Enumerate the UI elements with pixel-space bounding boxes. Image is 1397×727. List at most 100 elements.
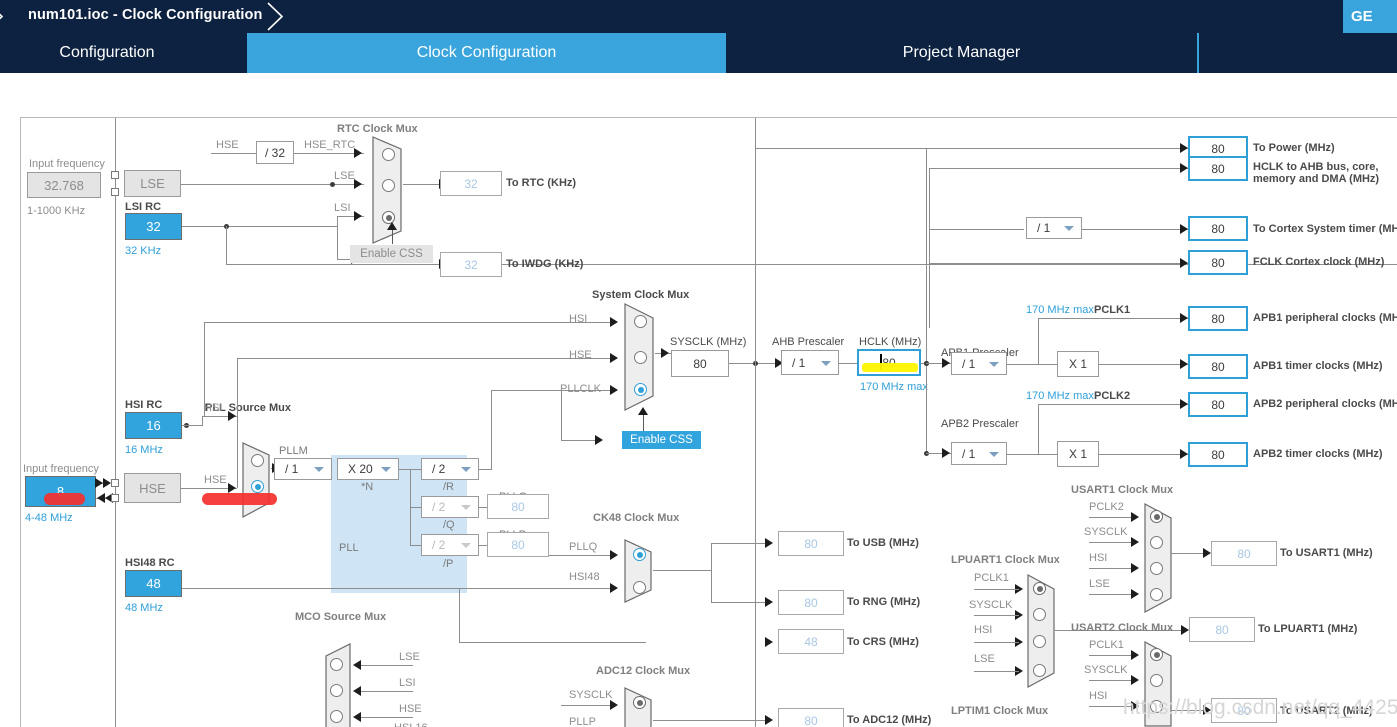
hsi48-value-field[interactable]: 48 <box>125 570 182 597</box>
system-enable-css-button[interactable]: Enable CSS <box>622 431 701 449</box>
lse-node[interactable]: LSE <box>124 170 181 197</box>
usart1-mux-title: USART1 Clock Mux <box>1071 484 1174 496</box>
sysclk-field: 80 <box>671 350 729 377</box>
rtc-mux-option-hse[interactable] <box>382 148 395 161</box>
wire-adc12-out <box>653 720 768 721</box>
lpuart1-hsi-label: HSI <box>974 624 993 636</box>
wire-pclk2-up <box>1038 404 1039 454</box>
apb2-prescaler-select[interactable]: / 1 <box>951 442 1007 465</box>
hse-connector-bottom[interactable] <box>111 494 119 502</box>
lpuart1-option-lse[interactable] <box>1033 664 1046 677</box>
usart1-option-hsi[interactable] <box>1150 562 1163 575</box>
clock-tree-canvas[interactable]: Input frequency 32.768 1-1000 KHz LSE LS… <box>20 117 1397 727</box>
arrow-ck48-in-hsi48 <box>610 583 618 593</box>
usart2-option-sysclk[interactable] <box>1150 674 1163 687</box>
adc12-option-sysclk[interactable] <box>633 696 646 709</box>
ck48-option-hsi48[interactable] <box>633 581 646 594</box>
to-lpuart1-label: To LPUART1 (MHz) <box>1258 623 1358 635</box>
pllq-sublabel: /Q <box>443 519 455 531</box>
mco-option-hse[interactable] <box>330 710 343 723</box>
sysmux-option-hse[interactable] <box>634 351 647 364</box>
arrow-to-usart1 <box>1203 548 1211 558</box>
wire-plln-to-pllp <box>410 545 421 546</box>
wire-lsi-css-branch <box>337 226 338 259</box>
title-bar: num101.ioc - Clock Configuration GE <box>0 0 1397 33</box>
wire-hclk-up-rail <box>926 148 927 363</box>
tab-configuration[interactable]: Configuration <box>0 33 247 73</box>
mco-option-lsi[interactable] <box>330 684 343 697</box>
arrow-to-rng <box>765 597 773 607</box>
ck48-option-pllq[interactable] <box>633 548 646 561</box>
wire-pllq-out <box>479 507 487 508</box>
rtc-hse-signal-label: HSE <box>216 139 239 151</box>
wire-hse-to-sysmux <box>237 358 617 359</box>
plln-select[interactable]: X 20 <box>337 458 399 480</box>
pllr-select[interactable]: / 2 <box>421 458 479 480</box>
pll-source-option-hsi[interactable] <box>251 454 264 467</box>
usart1-option-pclk2[interactable] <box>1150 510 1163 523</box>
apb1-peripheral-field: 80 <box>1188 306 1248 331</box>
apb2-prescaler-label: APB2 Prescaler <box>941 418 1019 430</box>
lpuart1-option-sysclk[interactable] <box>1033 608 1046 621</box>
rtc-enable-css-button[interactable]: Enable CSS <box>350 245 433 263</box>
rtc-mux-option-lse[interactable] <box>382 179 395 192</box>
pllm-select[interactable]: / 1 <box>274 458 332 480</box>
lpuart1-sysclk-label: SYSCLK <box>969 599 1013 611</box>
usart1-sysclk-label: SYSCLK <box>1084 526 1128 538</box>
usart2-option-pclk1[interactable] <box>1150 648 1163 661</box>
sysmux-option-hsi[interactable] <box>634 315 647 328</box>
apb1-prescaler-select[interactable]: / 1 <box>951 352 1007 375</box>
mco-hsi16-label: HSI 16 <box>394 722 428 727</box>
arrow-apb1-periph <box>1180 313 1188 323</box>
wire-lsi-join-up <box>337 216 338 226</box>
sysmux-option-pllclk[interactable] <box>634 383 647 396</box>
pll-source-option-hse[interactable] <box>251 480 264 493</box>
generate-code-button[interactable]: GE <box>1343 0 1397 33</box>
wire-ck48-split <box>711 543 712 602</box>
usart2-mux-title: USART2 Clock Mux <box>1071 622 1174 634</box>
wire-pclk1-up <box>1038 318 1039 364</box>
usart1-option-lse[interactable] <box>1150 588 1163 601</box>
arrow-apb2-periph <box>1180 399 1188 409</box>
hclk-max-label: 170 MHz max <box>860 381 928 393</box>
tab-project-manager[interactable]: Project Manager <box>726 33 1197 73</box>
lse-connector-top[interactable] <box>111 171 119 179</box>
arrow-pllmux-in-hse <box>228 483 236 493</box>
lpuart1-option-hsi[interactable] <box>1033 635 1046 648</box>
hse-connector-top[interactable] <box>111 479 119 487</box>
rtc-hse-div32-box: / 32 <box>256 141 294 164</box>
apb2-peripheral-field: 80 <box>1188 392 1248 417</box>
wire-css-to-sysmux <box>643 414 644 431</box>
chevron-down-icon <box>461 543 471 548</box>
to-lpuart1-field: 80 <box>1189 617 1255 642</box>
usart1-option-sysclk[interactable] <box>1150 536 1163 549</box>
lsi-value-field[interactable]: 32 <box>125 213 182 240</box>
wire-lpuart1-hsi <box>974 642 1019 643</box>
pclk2-label: PCLK2 <box>1094 390 1131 402</box>
usart2-sysclk-label: SYSCLK <box>1084 664 1128 676</box>
breadcrumb-chevron-right <box>266 0 292 33</box>
cortex-prescaler-select[interactable]: / 1 <box>1026 217 1082 239</box>
arrow-usart1-in-pclk2 <box>1131 512 1139 522</box>
tab-clock-configuration[interactable]: Clock Configuration <box>249 33 724 73</box>
lpuart1-option-pclk1[interactable] <box>1033 582 1046 595</box>
mco-hse-label: HSE <box>399 703 422 715</box>
arrow-usart1-in-sysclk <box>1131 537 1139 547</box>
pllp-select[interactable]: / 2 <box>421 534 479 556</box>
lse-connector-bottom[interactable] <box>111 188 119 196</box>
wire-hsi48-down <box>459 588 460 642</box>
arrow-rtcmux-in0 <box>354 148 362 158</box>
mco-option-lse[interactable] <box>330 658 343 671</box>
hse-input-red-highlight <box>44 493 85 505</box>
breadcrumb-chevron-left <box>0 0 12 33</box>
hsi-value-field[interactable]: 16 <box>125 412 182 439</box>
hse-node[interactable]: HSE <box>124 473 181 503</box>
pllq-select[interactable]: / 2 <box>421 496 479 518</box>
rtc-lse-signal-label: LSE <box>334 170 355 182</box>
wire-lpuart1-sysclk <box>974 615 1019 616</box>
ahb-prescaler-select[interactable]: / 1 <box>781 350 839 375</box>
lse-input-frequency-field[interactable]: 32.768 <box>27 172 101 198</box>
plln-value: X 20 <box>348 462 373 476</box>
to-rtc-output-field: 32 <box>440 171 502 196</box>
wire-lpuart1-lse <box>974 671 1019 672</box>
